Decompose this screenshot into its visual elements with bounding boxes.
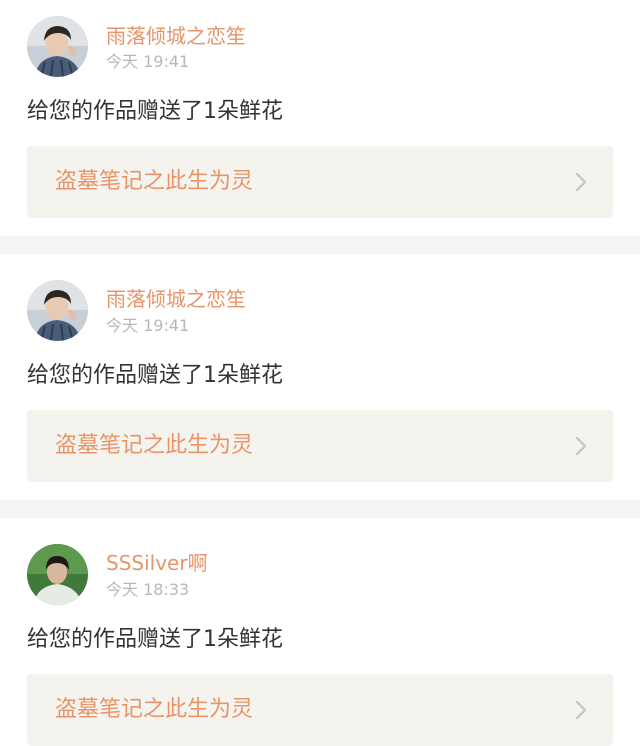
timestamp: 今天 19:41 — [106, 316, 190, 335]
gift-message: 给您的作品赠送了1朵鲜花 — [27, 99, 283, 124]
work-title: 盗墓笔记之此生为灵 — [55, 433, 254, 458]
work-title: 盗墓笔记之此生为灵 — [55, 697, 254, 722]
avatar[interactable] — [27, 280, 88, 341]
chevron-right-icon — [575, 436, 587, 456]
avatar-man-checked-shirt-image — [27, 16, 88, 77]
username[interactable]: 雨落倾城之恋笙 — [106, 287, 246, 311]
chevron-right-icon — [575, 700, 587, 720]
notification-feed: 雨落倾城之恋笙 今天 19:41 给您的作品赠送了1朵鲜花 盗墓笔记之此生为灵 … — [0, 0, 640, 746]
work-link[interactable]: 盗墓笔记之此生为灵 — [27, 146, 613, 218]
card-separator — [0, 500, 640, 518]
username[interactable]: SSSilver啊 — [106, 551, 208, 575]
chevron-right-icon — [575, 172, 587, 192]
avatar-man-checked-shirt-image — [27, 280, 88, 341]
notification-card: 雨落倾城之恋笙 今天 19:41 给您的作品赠送了1朵鲜花 盗墓笔记之此生为灵 — [0, 254, 640, 500]
avatar[interactable] — [27, 16, 88, 77]
gift-message: 给您的作品赠送了1朵鲜花 — [27, 627, 283, 652]
avatar[interactable] — [27, 544, 88, 605]
timestamp: 今天 18:33 — [106, 580, 190, 599]
gift-message: 给您的作品赠送了1朵鲜花 — [27, 363, 283, 388]
timestamp: 今天 19:41 — [106, 52, 190, 71]
avatar-person-green-background-image — [27, 544, 88, 605]
notification-card: SSSilver啊 今天 18:33 给您的作品赠送了1朵鲜花 盗墓笔记之此生为… — [0, 518, 640, 746]
work-title: 盗墓笔记之此生为灵 — [55, 169, 254, 194]
username[interactable]: 雨落倾城之恋笙 — [106, 24, 246, 48]
notification-card: 雨落倾城之恋笙 今天 19:41 给您的作品赠送了1朵鲜花 盗墓笔记之此生为灵 — [0, 0, 640, 236]
work-link[interactable]: 盗墓笔记之此生为灵 — [27, 410, 613, 482]
card-separator — [0, 236, 640, 254]
work-link[interactable]: 盗墓笔记之此生为灵 — [27, 674, 613, 746]
